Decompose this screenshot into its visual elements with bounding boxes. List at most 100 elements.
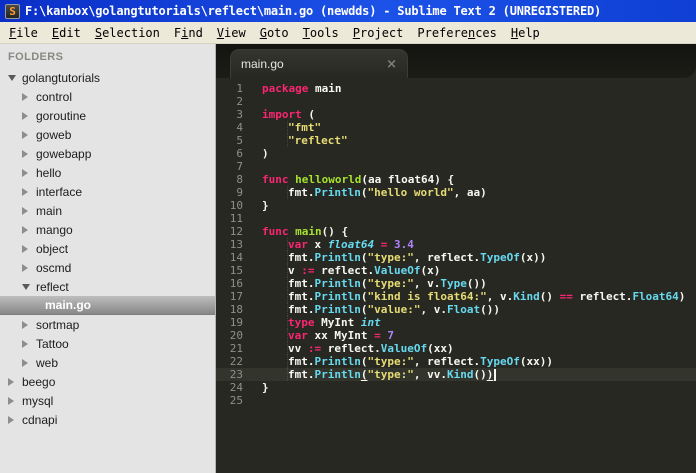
folder-collapsed-icon[interactable] — [22, 111, 36, 120]
line-content: } — [243, 381, 269, 394]
tree-folder-control[interactable]: control — [0, 87, 215, 106]
code-line-24[interactable]: 24} — [216, 381, 696, 394]
folder-collapsed-icon[interactable] — [22, 206, 36, 215]
menu-goto[interactable]: Goto — [253, 24, 296, 42]
tree-folder-cdnapi[interactable]: cdnapi — [0, 410, 215, 429]
code-line-2[interactable]: 2 — [216, 95, 696, 108]
code-token: TypeOf — [480, 355, 520, 368]
code-line-22[interactable]: 22 fmt.Println("type:", reflect.TypeOf(xx… — [216, 355, 696, 368]
tab-main-go[interactable]: main.go × — [230, 49, 408, 78]
code-line-16[interactable]: 16 fmt.Println("type:", v.Type()) — [216, 277, 696, 290]
code-line-10[interactable]: 10} — [216, 199, 696, 212]
line-number: 6 — [236, 147, 243, 160]
code-line-25[interactable]: 25 — [216, 394, 696, 407]
tree-folder-web[interactable]: web — [0, 353, 215, 372]
tree-folder-reflect[interactable]: reflect — [0, 277, 215, 296]
menu-edit[interactable]: Edit — [45, 24, 88, 42]
line-number: 5 — [236, 134, 243, 147]
line-content: var x float64 = 3.4 — [243, 238, 414, 251]
code-line-18[interactable]: 18 fmt.Println("value:", v.Float()) — [216, 303, 696, 316]
folder-collapsed-icon[interactable] — [8, 377, 22, 386]
menu-selection[interactable]: Selection — [88, 24, 167, 42]
code-line-4[interactable]: 4 "fmt" — [216, 121, 696, 134]
tree-item-label: Tattoo — [36, 336, 69, 351]
menu-preferences[interactable]: Preferences — [410, 24, 504, 42]
tree-folder-main[interactable]: main — [0, 201, 215, 220]
tree-folder-oscmd[interactable]: oscmd — [0, 258, 215, 277]
code-token — [262, 303, 288, 316]
folder-collapsed-icon[interactable] — [8, 396, 22, 405]
tree-folder-mango[interactable]: mango — [0, 220, 215, 239]
code-token: MyInt — [314, 316, 361, 329]
code-line-14[interactable]: 14 fmt.Println("type:", reflect.TypeOf(x)… — [216, 251, 696, 264]
tree-folder-Tattoo[interactable]: Tattoo — [0, 334, 215, 353]
tree-folder-sortmap[interactable]: sortmap — [0, 315, 215, 334]
code-line-15[interactable]: 15 v := reflect.ValueOf(x) — [216, 264, 696, 277]
folder-collapsed-icon[interactable] — [22, 92, 36, 101]
code-token: () { — [321, 225, 349, 238]
tree-folder-interface[interactable]: interface — [0, 182, 215, 201]
tab-close-icon[interactable]: × — [386, 57, 397, 72]
code-token: reflect. — [572, 290, 633, 303]
menu-find[interactable]: Find — [167, 24, 210, 42]
menu-project[interactable]: Project — [346, 24, 411, 42]
code-line-13[interactable]: 13 var x float64 = 3.4 — [216, 238, 696, 251]
folder-expanded-icon[interactable] — [22, 283, 36, 290]
folder-expanded-icon[interactable] — [8, 74, 22, 81]
menu-help[interactable]: Help — [504, 24, 547, 42]
folder-collapsed-icon[interactable] — [22, 358, 36, 367]
menu-tools[interactable]: Tools — [296, 24, 346, 42]
folder-collapsed-icon[interactable] — [22, 187, 36, 196]
code-token: reflect. — [314, 264, 375, 277]
code-token: } — [262, 199, 269, 212]
tree-file-main.go[interactable]: main.go — [0, 296, 215, 315]
folder-collapsed-icon[interactable] — [22, 244, 36, 253]
tree-folder-object[interactable]: object — [0, 239, 215, 258]
line-content: "reflect" — [243, 134, 348, 147]
code-line-21[interactable]: 21 vv := reflect.ValueOf(xx) — [216, 342, 696, 355]
code-line-6[interactable]: 6) — [216, 147, 696, 160]
code-line-8[interactable]: 8 func helloworld(aa float64) { — [216, 173, 696, 186]
code-line-19[interactable]: 19 type MyInt int — [216, 316, 696, 329]
code-line-1[interactable]: 1 package main — [216, 82, 696, 95]
sidebar: FOLDERS golangtutorials control goroutine g… — [0, 44, 216, 473]
tree-folder-gowebapp[interactable]: gowebapp — [0, 144, 215, 163]
tree-folder-mysql[interactable]: mysql — [0, 391, 215, 410]
menu-file[interactable]: File — [2, 24, 45, 42]
tree-item-label: main — [36, 203, 63, 218]
tree-folder-golangtutorials[interactable]: golangtutorials — [0, 68, 215, 87]
line-number: 4 — [236, 121, 243, 134]
code-token: "kind is float64:" — [367, 290, 487, 303]
folder-collapsed-icon[interactable] — [22, 168, 36, 177]
menu-view[interactable]: View — [210, 24, 253, 42]
code-token: (xx) — [427, 342, 454, 355]
tab-bar: main.go × — [216, 44, 696, 78]
code-line-17[interactable]: 17 fmt.Println("kind is float64:", v.Kind… — [216, 290, 696, 303]
code-token: () — [473, 368, 487, 381]
folder-collapsed-icon[interactable] — [22, 339, 36, 348]
folder-collapsed-icon[interactable] — [22, 320, 36, 329]
folder-collapsed-icon[interactable] — [22, 225, 36, 234]
folder-collapsed-icon[interactable] — [8, 415, 22, 424]
code-line-23[interactable]: 23 fmt.Println("type:", vv.Kind()) — [216, 368, 696, 381]
tree-folder-hello[interactable]: hello — [0, 163, 215, 182]
folder-collapsed-icon[interactable] — [22, 149, 36, 158]
line-number: 1 — [236, 82, 243, 95]
code-line-20[interactable]: 20 var xx MyInt = 7 — [216, 329, 696, 342]
tree-folder-beego[interactable]: beego — [0, 372, 215, 391]
code-line-12[interactable]: 12 func main() { — [216, 225, 696, 238]
code-token: Println — [314, 368, 361, 381]
tree-item-label: mysql — [22, 393, 54, 408]
code-token: fmt. — [288, 355, 315, 368]
tree-folder-goroutine[interactable]: goroutine — [0, 106, 215, 125]
code-line-7[interactable]: 7 — [216, 160, 696, 173]
code-line-3[interactable]: 3 import ( — [216, 108, 696, 121]
code-line-5[interactable]: 5 "reflect" — [216, 134, 696, 147]
folder-collapsed-icon[interactable] — [22, 130, 36, 139]
code-line-9[interactable]: 9 fmt.Println("hello world", aa) — [216, 186, 696, 199]
code-token: x — [307, 238, 328, 251]
code-line-11[interactable]: 11 — [216, 212, 696, 225]
folder-collapsed-icon[interactable] — [22, 263, 36, 272]
code-area[interactable]: 1 package main 2 3 import (4 "fmt" 5 "reflect" 6… — [216, 78, 696, 473]
tree-folder-goweb[interactable]: goweb — [0, 125, 215, 144]
